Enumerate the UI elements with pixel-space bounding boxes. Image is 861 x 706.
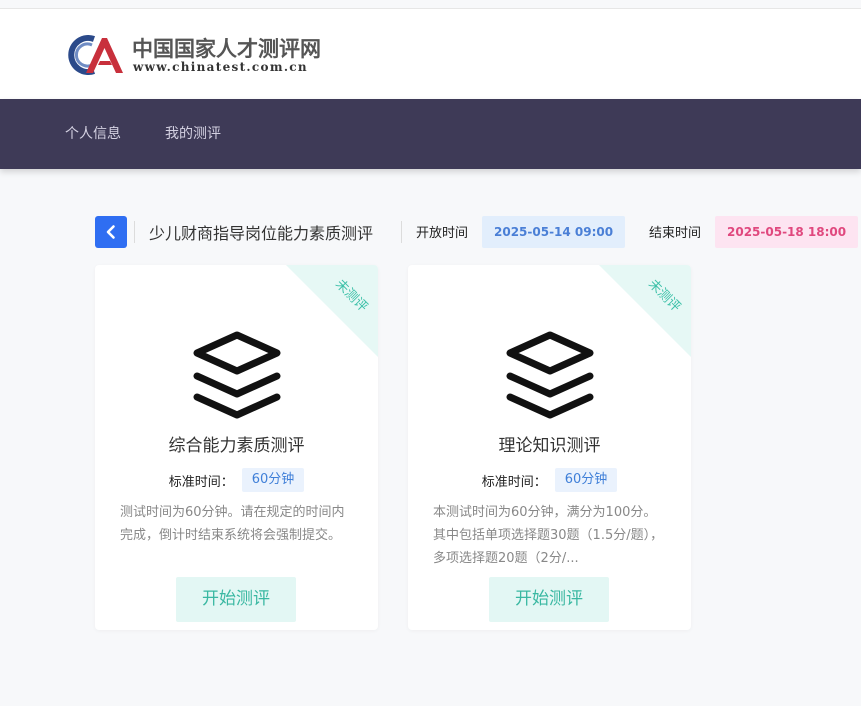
layers-icon <box>193 331 281 419</box>
standard-time-label: 标准时间： <box>168 474 234 490</box>
brand-url: www.chinatest.com.cn <box>133 60 308 74</box>
nav-item-personal-info[interactable]: 个人信息 <box>65 123 121 143</box>
assessment-card: 未测评 理论知识测评 标准时间： 60分钟 本测试时间为60分钟，满分为100分。… <box>408 265 691 630</box>
close-time-value: 2025-05-18 18:00 <box>715 216 859 248</box>
chinatest-logo <box>68 35 123 75</box>
start-assessment-button[interactable]: 开始测评 <box>176 577 296 622</box>
divider <box>134 221 135 243</box>
card-title: 综合能力素质测评 <box>168 436 305 456</box>
standard-time-value: 60分钟 <box>241 468 305 492</box>
layers-icon <box>506 331 594 419</box>
status-ribbon <box>599 265 691 357</box>
exam-title: 少儿财商指导岗位能力素质测评 <box>149 224 374 243</box>
open-time-label: 开放时间 <box>416 226 469 241</box>
main-nav: 个人信息 我的测评 <box>0 99 861 169</box>
divider <box>401 221 402 243</box>
site-header: 中国国家人才测评网 www.chinatest.com.cn <box>0 9 861 99</box>
brand-name: 中国国家人才测评网 <box>132 36 321 61</box>
close-time-label: 结束时间 <box>649 226 702 241</box>
back-button[interactable] <box>95 216 127 248</box>
chevron-left-icon <box>106 225 115 239</box>
start-assessment-button[interactable]: 开始测评 <box>489 577 609 622</box>
standard-time-row: 标准时间： 60分钟 <box>408 468 691 492</box>
card-title: 理论知识测评 <box>498 436 601 456</box>
card-description: 测试时间为60分钟。请在规定的时间内完成，倒计时结束系统将会强制提交。 <box>120 505 345 543</box>
standard-time-row: 标准时间： 60分钟 <box>95 468 378 492</box>
standard-time-label: 标准时间： <box>481 474 547 490</box>
assessment-card: 未测评 综合能力素质测评 标准时间： 60分钟 测试时间为60分钟。请在规定的时间… <box>95 265 378 630</box>
open-time-value: 2025-05-14 09:00 <box>482 216 626 248</box>
card-description: 本测试时间为60分钟，满分为100分。其中包括单项选择题30题（1.5分/题），… <box>433 505 664 566</box>
top-strip <box>0 0 861 9</box>
standard-time-value: 60分钟 <box>554 468 618 492</box>
status-ribbon <box>286 265 378 357</box>
nav-item-my-assessments[interactable]: 我的测评 <box>165 123 221 143</box>
